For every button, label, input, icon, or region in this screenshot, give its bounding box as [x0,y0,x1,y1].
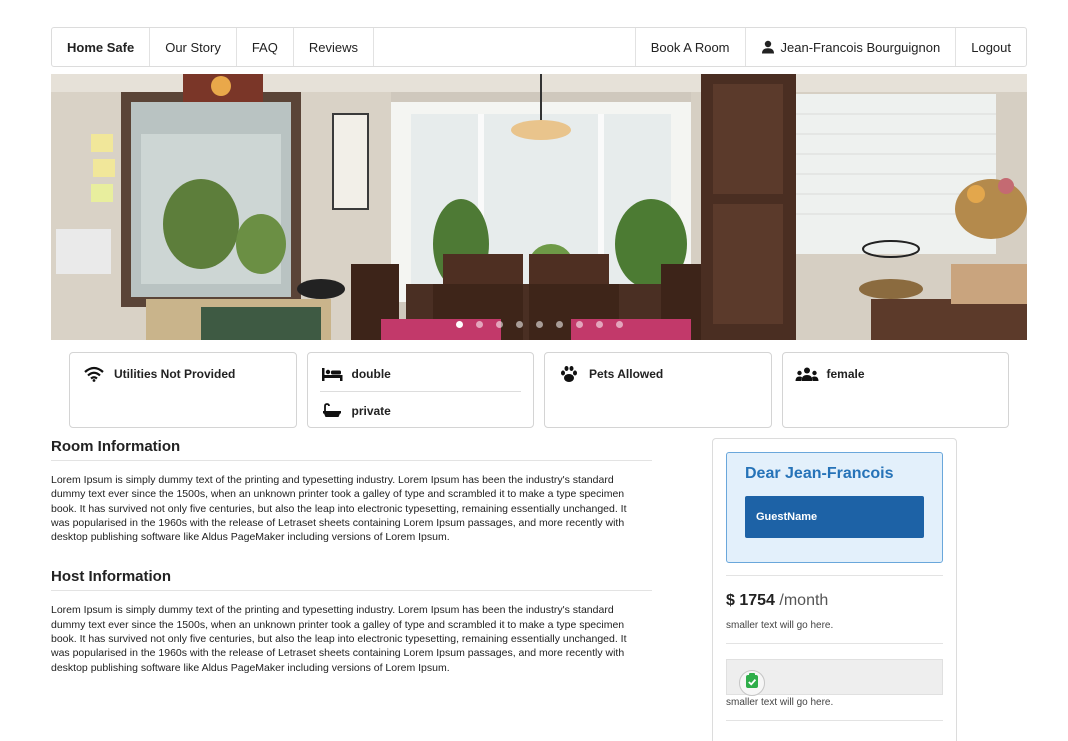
feature-gender-card: female [781,352,1009,428]
bed-icon [320,366,344,382]
price: $ 1754 /month [726,592,943,610]
nav-logout[interactable]: Logout [956,28,1026,66]
bathtub-icon [320,402,344,419]
nav-book-a-room[interactable]: Book A Room [636,28,746,66]
feature-bath: private [319,391,521,421]
feature-bath-label: private [351,403,391,418]
price-period: /month [779,592,829,609]
host-info-title: Host Information [51,568,652,592]
wifi-icon [82,366,106,382]
nav-spacer [374,28,636,66]
feature-gender: female [795,363,997,385]
verification-note: smaller text will go here. [726,697,834,708]
feature-bed-bath-card: double private [306,352,534,428]
feature-utilities-card: Utilities Not Provided [69,352,297,428]
nav-reviews[interactable]: Reviews [294,28,374,66]
room-info-body: Lorem Ipsum is simply dummy text of the … [51,474,627,544]
divider [726,643,943,644]
carousel-dot[interactable] [515,321,523,328]
brand-link[interactable]: Home Safe [52,28,151,66]
carousel-dot[interactable] [575,321,583,328]
verification-panel [726,659,943,696]
host-info-body: Lorem Ipsum is simply dummy text of the … [51,604,627,674]
carousel-dots [51,321,1027,328]
feature-bed-label: double [351,367,391,381]
feature-utilities-label: Utilities Not Provided [114,367,236,381]
paw-icon [557,366,581,382]
divider [726,720,943,721]
carousel-dot[interactable] [535,321,543,328]
price-note: smaller text will go here. [726,620,834,631]
carousel-dot[interactable] [615,321,623,328]
verified-badge [739,670,765,696]
carousel-dot[interactable] [555,321,563,328]
feature-pets-label: Pets Allowed [589,367,664,381]
carousel-dot[interactable] [475,321,483,328]
nav-user-menu[interactable]: Jean-Francois Bourguignon [746,28,957,66]
feature-pets-card: Pets Allowed [544,352,772,428]
divider [726,575,943,576]
room-photo-carousel[interactable] [51,74,1027,340]
greeting-box: Dear Jean-Francois GuestName [726,452,943,563]
greeting-heading: Dear Jean-Francois [745,465,894,482]
nav-our-story[interactable]: Our Story [150,28,237,66]
feature-pets: Pets Allowed [557,363,759,385]
room-info-title: Room Information [51,438,652,461]
carousel-dot[interactable] [455,321,463,328]
feature-utilities: Utilities Not Provided [82,363,284,385]
top-navbar: Home Safe Our Story FAQ Reviews Book A R… [51,27,1027,67]
room-features: Utilities Not Provided double private Pe… [69,352,1009,428]
room-photo [51,74,1027,340]
user-name: Jean-Francois Bourguignon [780,39,941,55]
shield-check-icon [745,672,759,694]
nav-faq[interactable]: FAQ [237,28,294,66]
booking-sidebar: Dear Jean-Francois GuestName $ 1754 /mon… [712,438,957,741]
carousel-dot[interactable] [595,321,603,328]
guest-name-button[interactable]: GuestName [745,496,924,538]
user-icon [761,40,775,54]
main-content: Room Information Lorem Ipsum is simply d… [51,438,652,699]
price-amount: $ 1754 [726,592,775,609]
feature-gender-label: female [826,367,865,381]
feature-bed: double [320,363,522,385]
carousel-dot[interactable] [495,321,503,328]
users-icon [795,366,819,382]
